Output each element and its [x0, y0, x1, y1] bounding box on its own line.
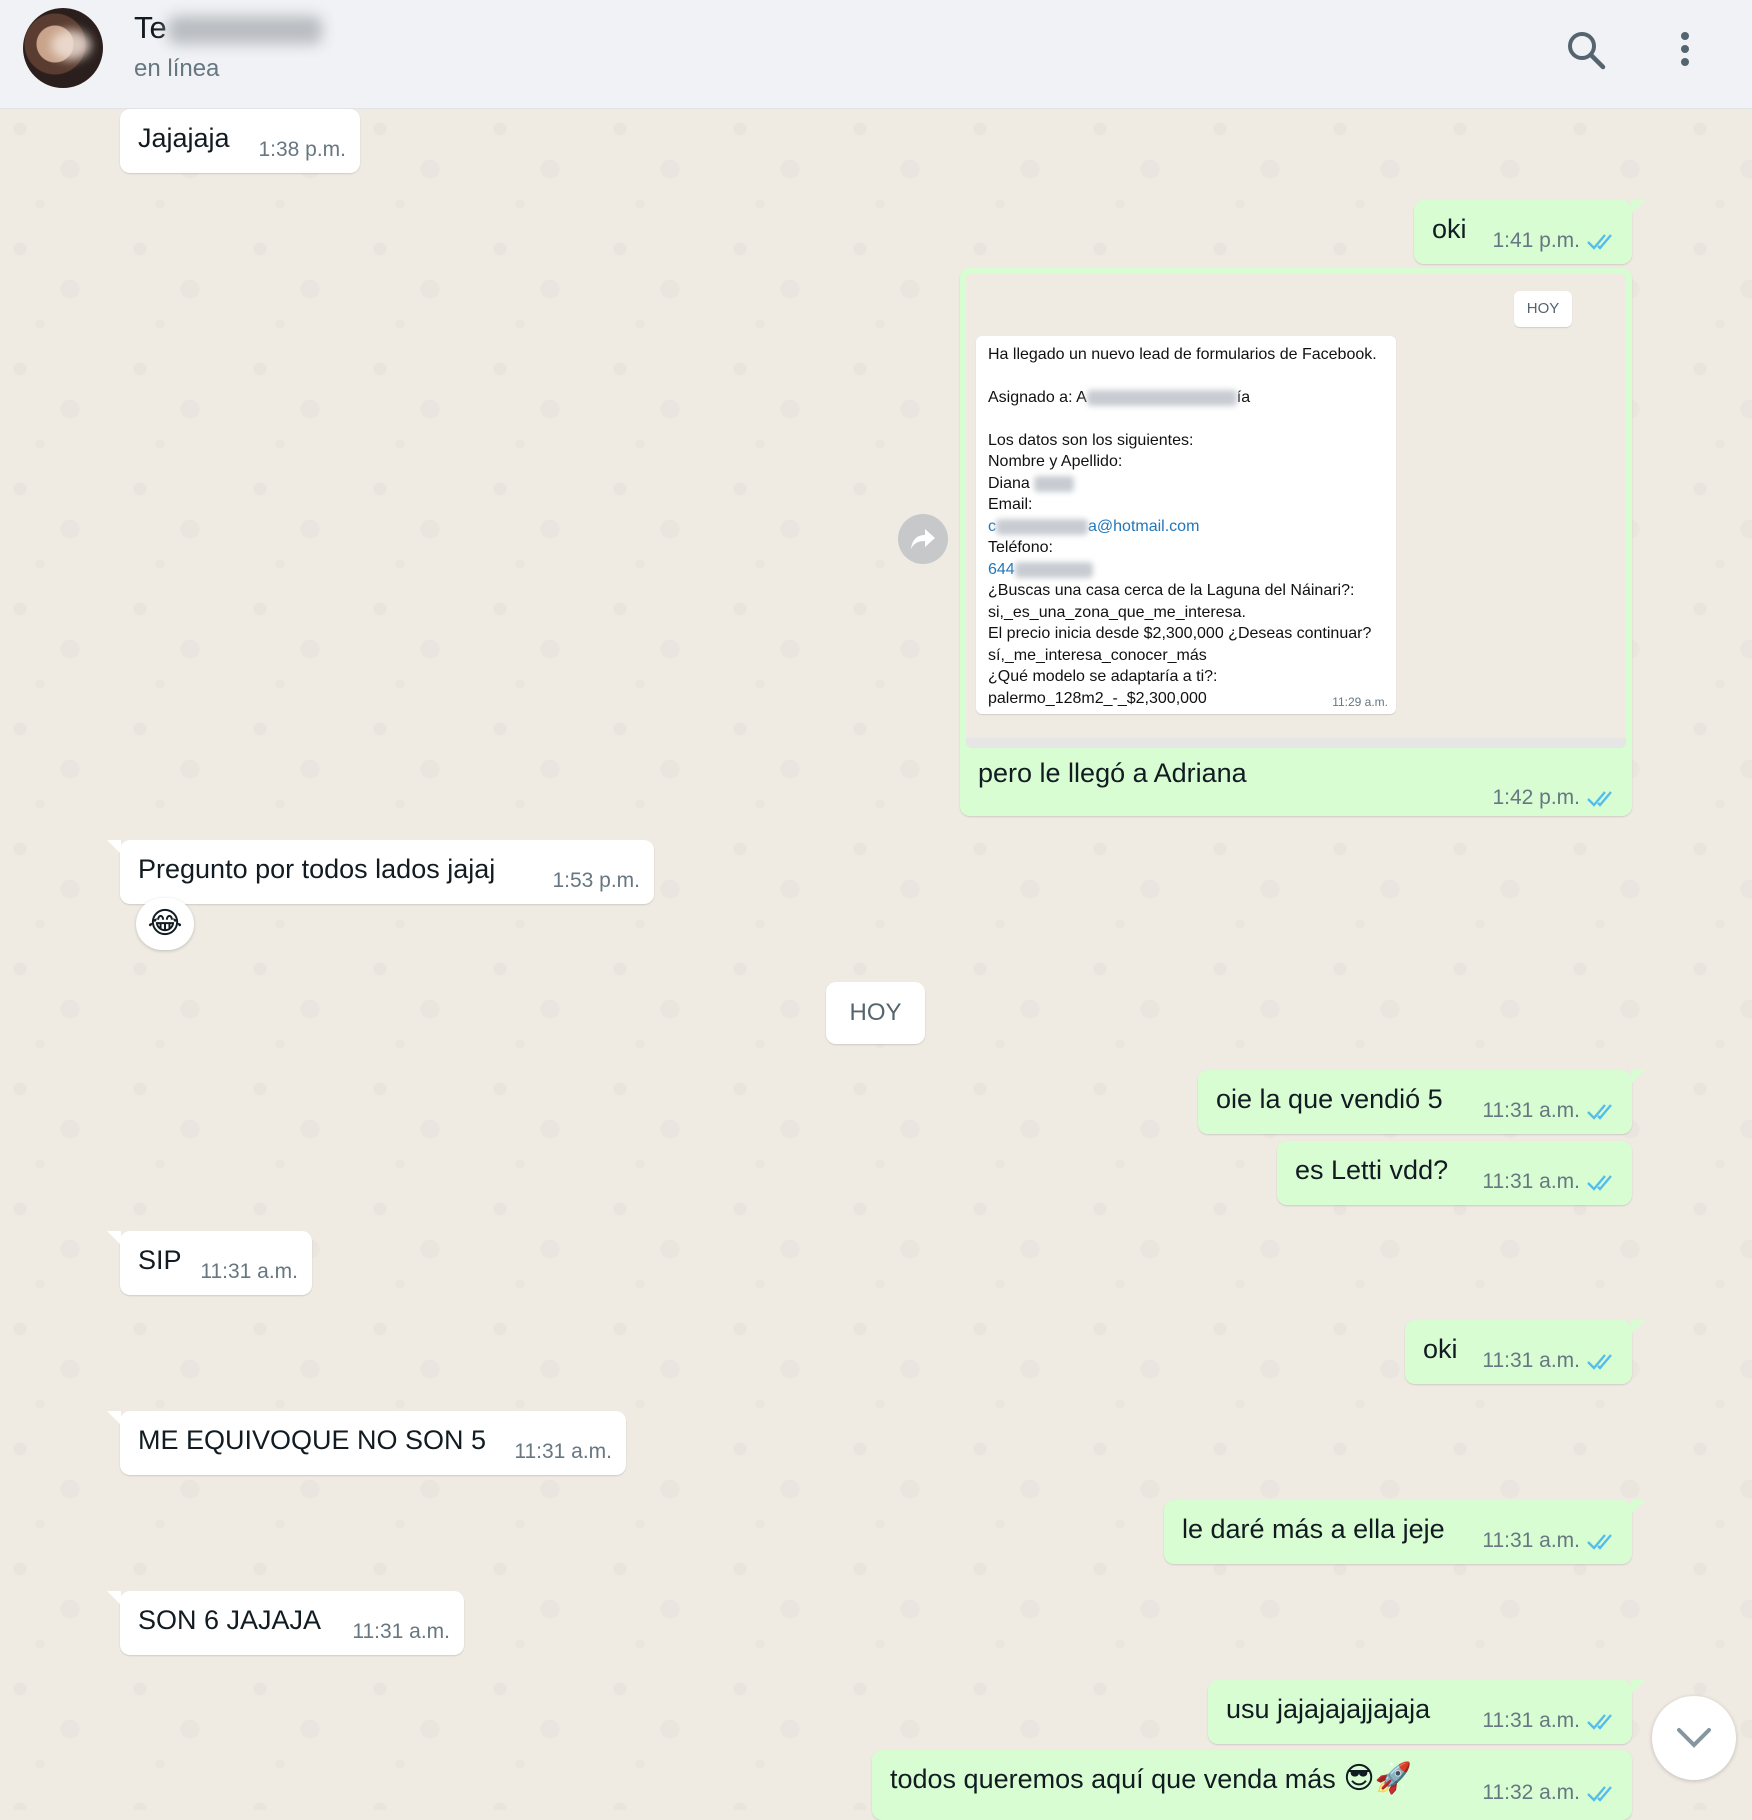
read-ticks-icon — [1587, 791, 1612, 807]
screenshot-lead-message: Ha llegado un nuevo lead de formularios … — [976, 336, 1396, 714]
contact-status: en línea — [134, 55, 220, 82]
lead-line: ¿Buscas una casa cerca de la Laguna del … — [988, 582, 1355, 599]
message-emoji: 😎🚀 — [1343, 1762, 1412, 1795]
message-time: 11:31 a.m. — [514, 1440, 612, 1463]
message-outgoing[interactable]: oki 11:31 a.m. — [1405, 1320, 1645, 1384]
lead-line: si,_es_una_zona_que_me_interesa. — [988, 604, 1246, 621]
message-time: 1:53 p.m. — [552, 869, 640, 892]
read-ticks-icon — [1587, 234, 1612, 250]
contact-name[interactable]: Te — [134, 10, 167, 46]
message-time: 1:38 p.m. — [258, 138, 346, 161]
message-time: 11:31 a.m. — [352, 1620, 450, 1643]
image-caption: pero le llegó a Adriana — [978, 758, 1247, 788]
contact-avatar[interactable] — [23, 8, 103, 88]
read-ticks-icon — [1587, 1354, 1612, 1370]
lead-line: Ha llegado un nuevo lead de formularios … — [988, 346, 1377, 363]
message-text: oie la que vendió 5 — [1216, 1084, 1443, 1114]
reaction-emoji[interactable]: 😂 — [136, 898, 194, 950]
message-outgoing-image[interactable]: HOY Ha llegado un nuevo lead de formular… — [960, 268, 1632, 816]
lead-line-phone: 644 — [988, 561, 1093, 579]
message-text: SON 6 JAJAJA — [138, 1605, 322, 1635]
read-ticks-icon — [1587, 1175, 1612, 1191]
message-outgoing[interactable]: es Letti vdd? 11:31 a.m. — [1277, 1141, 1632, 1205]
message-time: 11:31 a.m. — [1482, 1170, 1580, 1193]
contact-name-redaction — [168, 16, 322, 44]
lead-line: palermo_128m2_-_$2,300,000 — [988, 690, 1207, 707]
read-ticks-icon — [1587, 1534, 1612, 1550]
read-ticks-icon — [1587, 1786, 1612, 1802]
message-time: 11:31 a.m. — [1482, 1349, 1580, 1372]
lead-line-assigned: Asignado a: Aía — [988, 389, 1251, 406]
message-time: 11:31 a.m. — [1482, 1709, 1580, 1732]
scroll-to-bottom-button[interactable] — [1652, 1696, 1736, 1780]
message-incoming[interactable]: ME EQUIVOQUE NO SON 5 11:31 a.m. — [107, 1411, 626, 1475]
message-text: usu jajajajajjajaja — [1226, 1694, 1431, 1724]
message-time: 1:41 p.m. — [1492, 229, 1580, 252]
message-text: es Letti vdd? — [1295, 1155, 1449, 1185]
read-ticks-icon — [1587, 1104, 1612, 1120]
forward-icon[interactable] — [898, 514, 948, 564]
read-ticks-icon — [1587, 1714, 1612, 1730]
lead-line: ¿Qué modelo se adaptaría a ti?: — [988, 668, 1218, 685]
message-text: todos queremos aquí que venda más — [890, 1764, 1336, 1794]
chevron-down-icon — [1677, 1728, 1711, 1748]
lead-message-time: 11:29 a.m. — [1332, 695, 1388, 709]
message-text: Jajajaja — [138, 123, 230, 153]
message-time: 11:32 a.m. — [1482, 1781, 1580, 1804]
message-time: 1:42 p.m. — [1492, 786, 1580, 809]
lead-line-name: Diana — [988, 475, 1075, 493]
lead-line: sí,_me_interesa_conocer_más — [988, 647, 1207, 664]
message-text: le daré más a ella jeje — [1182, 1514, 1445, 1544]
message-time: 11:31 a.m. — [1482, 1099, 1580, 1122]
message-text: SIP — [138, 1245, 182, 1275]
message-outgoing[interactable]: usu jajajajajjajaja 11:31 a.m. — [1208, 1680, 1645, 1744]
message-incoming[interactable]: Pregunto por todos lados jajaj 1:53 p.m. — [107, 840, 654, 904]
message-text: oki — [1432, 214, 1467, 244]
search-icon[interactable] — [1564, 28, 1608, 72]
message-outgoing[interactable]: le daré más a ella jeje 11:31 a.m. — [1164, 1500, 1645, 1564]
message-incoming[interactable]: SON 6 JAJAJA 11:31 a.m. — [107, 1591, 464, 1655]
message-outgoing[interactable]: oki 1:41 p.m. — [1414, 200, 1645, 264]
lead-line: El precio inicia desde $2,300,000 ¿Desea… — [988, 625, 1372, 642]
message-outgoing[interactable]: oie la que vendió 5 11:31 a.m. — [1198, 1070, 1645, 1134]
message-text: ME EQUIVOQUE NO SON 5 — [138, 1425, 487, 1455]
lead-line: Los datos son los siguientes: — [988, 432, 1194, 449]
screenshot-image[interactable]: HOY Ha llegado un nuevo lead de formular… — [966, 274, 1626, 748]
lead-line-email: c a@hotmail.com — [988, 518, 1200, 535]
screenshot-day-label: HOY — [1514, 291, 1572, 327]
message-time: 11:31 a.m. — [200, 1260, 298, 1283]
day-separator: HOY — [826, 982, 925, 1044]
message-incoming[interactable]: SIP 11:31 a.m. — [107, 1231, 312, 1295]
message-text: Pregunto por todos lados jajaj — [138, 854, 496, 884]
lead-line: Nombre y Apellido: — [988, 453, 1123, 470]
more-vert-icon[interactable] — [1670, 28, 1700, 72]
lead-line: Teléfono: — [988, 539, 1053, 556]
lead-line: Email: — [988, 496, 1033, 513]
avatar-blur — [51, 30, 91, 60]
message-incoming[interactable]: Jajajaja 1:38 p.m. — [120, 109, 360, 173]
message-time: 11:31 a.m. — [1482, 1529, 1580, 1552]
chat-header[interactable]: Te en línea — [0, 0, 1752, 109]
message-text: oki — [1423, 1334, 1458, 1364]
screenshot-chat: HOY Ha llegado un nuevo lead de formular… — [966, 274, 1626, 748]
